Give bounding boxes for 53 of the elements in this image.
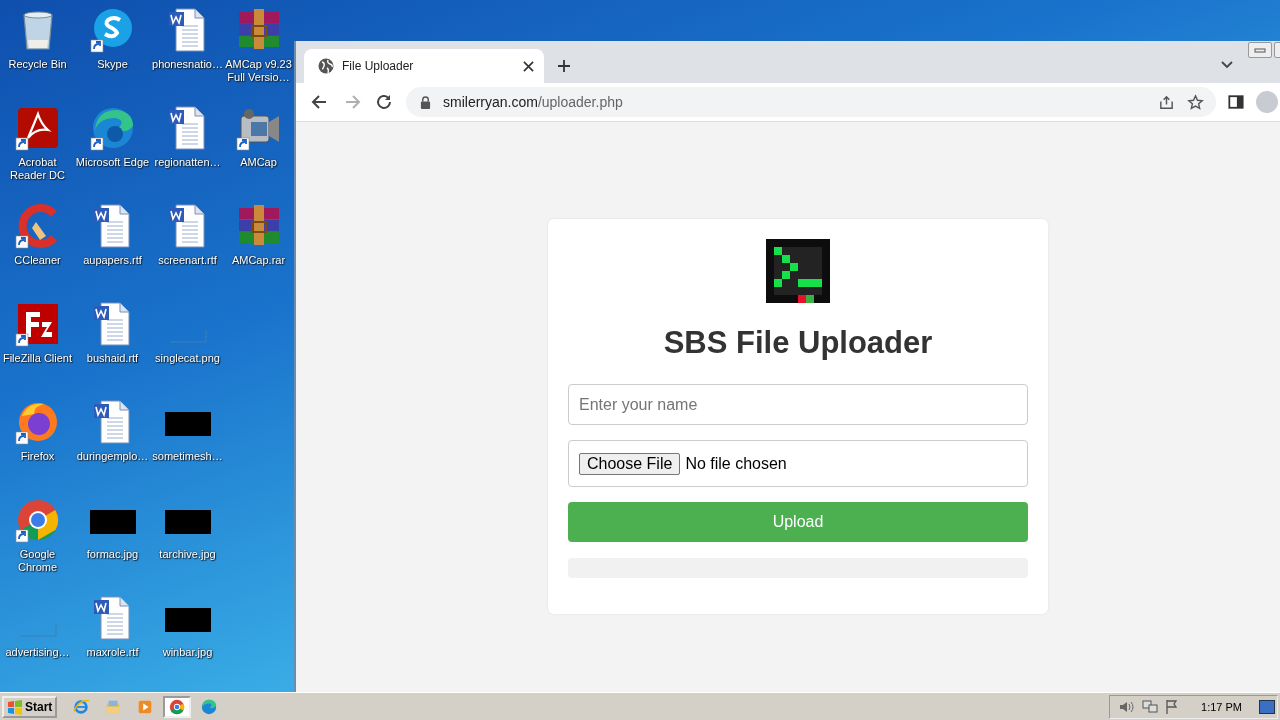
desktop-icon-label[interactable]: AMCap [225, 156, 292, 169]
page-title: SBS File Uploader [663, 324, 933, 362]
show-desktop-button[interactable] [1259, 699, 1275, 714]
browser-tab[interactable]: File Uploader [304, 49, 544, 83]
desktop-icon-label[interactable]: Firefox [0, 450, 75, 463]
desktop-icon-label[interactable]: Google Chrome [0, 548, 75, 574]
url-text: smilerryan.com/uploader.php [443, 94, 623, 110]
close-icon[interactable] [523, 60, 534, 72]
desktop-icon-label[interactable]: advertising… [0, 646, 75, 659]
desktop-icon-label[interactable]: winbar.jpg [150, 646, 225, 659]
chrome-icon [168, 697, 187, 716]
side-panel-icon[interactable] [1228, 94, 1244, 110]
clock-text[interactable]: 1:17 PM [1201, 700, 1242, 713]
file-status-text: No file chosen [685, 454, 787, 473]
desktop-icon-label[interactable]: regionatten… [150, 156, 225, 169]
desktop-icon-label[interactable]: duringemplo… [75, 450, 150, 463]
network-icon[interactable] [1141, 698, 1160, 715]
reload-icon[interactable] [374, 92, 394, 112]
lock-icon [420, 95, 431, 109]
file-input-field[interactable]: Choose File No file chosen [568, 440, 1028, 487]
browser-e-icon [72, 697, 91, 716]
desktop-icon-label[interactable]: maxrole.rtf [75, 646, 150, 659]
desktop-icon-label[interactable]: Recycle Bin [0, 58, 75, 71]
start-button[interactable]: Start [2, 695, 58, 718]
desktop-icon-label[interactable]: AMCap v9.23 Full Versio… [225, 58, 292, 84]
desktop-icon-label[interactable]: bushaid.rtf [75, 352, 150, 365]
desktop-icon-label[interactable]: sometimesh… [150, 450, 225, 463]
desktop-icon-label[interactable]: formac.jpg [75, 548, 150, 561]
terminal-logo-icon [766, 239, 830, 303]
share-icon[interactable] [1158, 93, 1175, 111]
globe-icon [318, 58, 334, 74]
taskbar-app-button[interactable] [163, 695, 192, 718]
upload-button[interactable]: Upload [568, 502, 1028, 542]
plus-icon [556, 58, 572, 74]
desktop-icon-label[interactable]: singlecat.png [150, 352, 225, 365]
chevron-down-icon[interactable] [1220, 60, 1234, 70]
name-input-field[interactable]: Enter your name [568, 384, 1028, 425]
desktop-icon-label[interactable]: AMCap.rar [225, 254, 292, 267]
desktop-icon-label[interactable]: aupapers.rtf [75, 254, 150, 267]
address-bar[interactable]: smilerryan.com/uploader.php [406, 87, 1216, 117]
star-icon[interactable] [1187, 93, 1204, 111]
desktop-icon-label[interactable]: CCleaner [0, 254, 75, 267]
desktop-icon-label[interactable]: tarchive.jpg [150, 548, 225, 561]
desktop-icon-label[interactable]: phonesnatio… [150, 58, 225, 71]
desktop-icon-label[interactable]: Acrobat Reader DC [0, 156, 75, 182]
desktop-icon-label[interactable]: Microsoft Edge [75, 156, 150, 169]
desktop-icon-label[interactable]: screenart.rtf [150, 254, 225, 267]
desktop-icon-label[interactable]: Skype [75, 58, 150, 71]
choose-file-button[interactable]: Choose File [579, 452, 681, 475]
tab-title: File Uploader [342, 59, 415, 73]
desktop-icon-label[interactable]: FileZilla Client [0, 352, 75, 365]
windows-logo-icon [7, 698, 23, 715]
edge-icon [200, 697, 219, 716]
